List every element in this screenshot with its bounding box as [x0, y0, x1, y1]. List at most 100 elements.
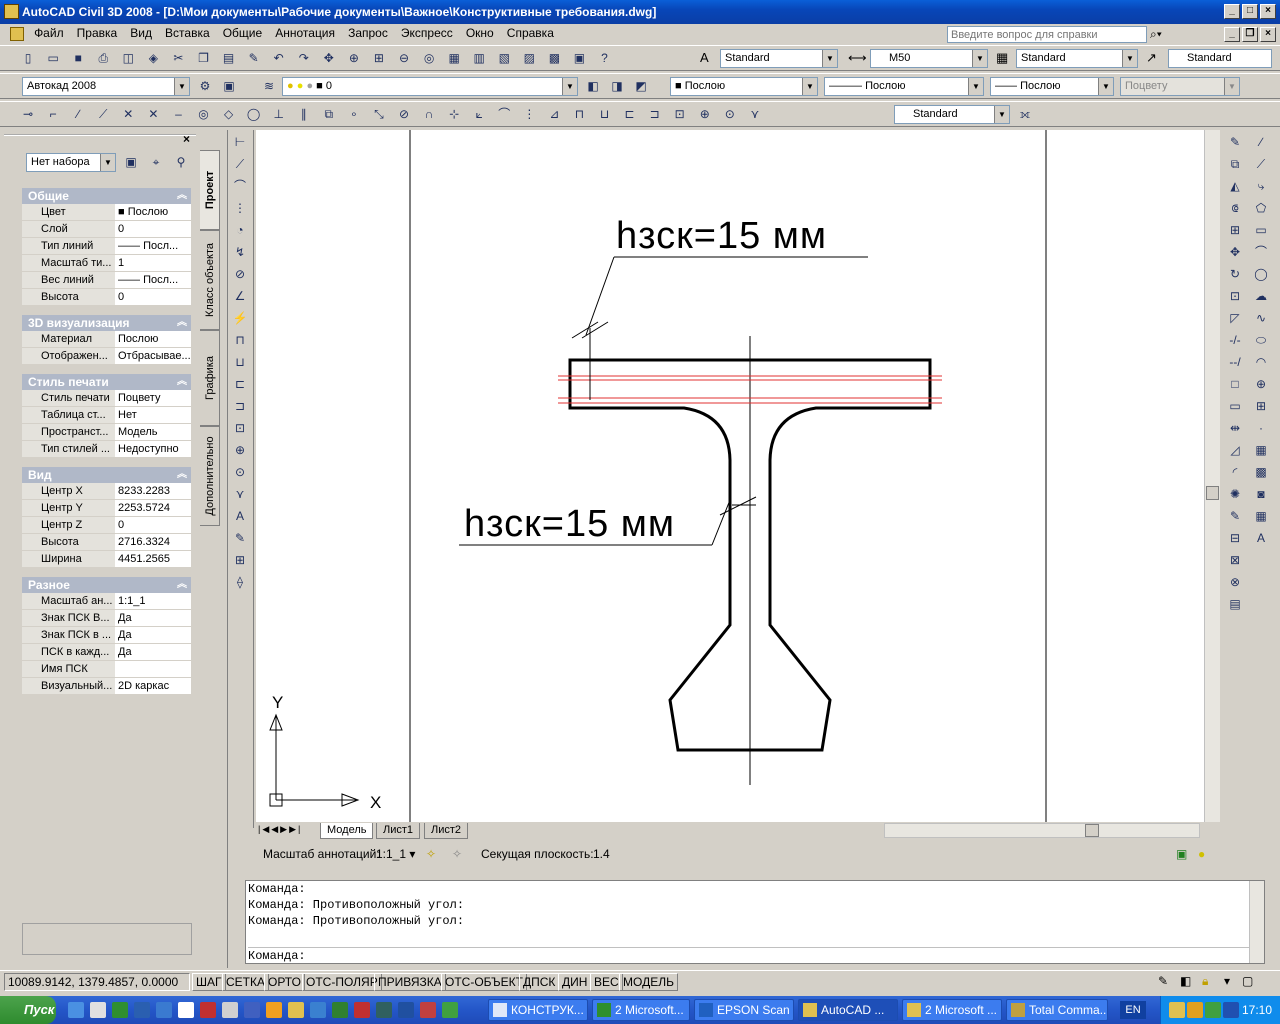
toggle-snap[interactable]: ШАГ	[192, 973, 226, 991]
menu-general[interactable]: Общие	[218, 24, 267, 43]
menu-view[interactable]: Вид	[125, 24, 157, 43]
vdim-update-icon[interactable]: ⊞	[231, 551, 249, 570]
vdim-center-icon[interactable]: ⊕	[231, 441, 249, 460]
tab-project[interactable]: Проект	[200, 150, 220, 230]
toggle-grid[interactable]: СЕТКА	[222, 973, 269, 991]
section-general-header[interactable]: Общие ︽	[22, 188, 191, 204]
property-row[interactable]: Имя ПСК	[22, 661, 191, 678]
hatch-icon[interactable]: ▦	[1252, 441, 1270, 460]
property-row[interactable]: Цвет ■ Послою	[22, 204, 191, 221]
mirror-icon[interactable]: ◭	[1226, 177, 1244, 196]
task-epson-scan[interactable]: EPSON Scan	[694, 999, 794, 1021]
tray-settings-icon[interactable]: ✎	[1158, 974, 1168, 988]
vdim-continue-icon[interactable]: ⊔	[231, 353, 249, 372]
drawing-area[interactable]: hзск=15 мм hзск=15 мм Y X	[256, 130, 1204, 822]
quicklaunch-flower-icon[interactable]	[266, 1002, 282, 1018]
vertical-scrollbar[interactable]	[1204, 130, 1220, 822]
trim-icon[interactable]: -/-	[1226, 331, 1244, 350]
coordinates-display[interactable]: 10089.9142, 1379.4857, 0.0000	[4, 973, 190, 991]
quicklaunch-ie-icon[interactable]	[68, 1002, 84, 1018]
snap-endpoint-icon[interactable]: ∕	[69, 105, 87, 123]
menu-edit[interactable]: Правка	[72, 24, 123, 43]
vdim-linear-icon[interactable]: ⊢	[231, 133, 249, 152]
polyline-icon[interactable]: ⤷	[1252, 177, 1270, 196]
section-view-header[interactable]: Вид ︽	[22, 467, 191, 483]
property-row[interactable]: Тип линий —— Посл...	[22, 238, 191, 255]
snap-midpoint-icon[interactable]: ⟋	[94, 105, 112, 123]
ellipse-icon[interactable]: ⬭	[1252, 331, 1270, 350]
horizontal-scroll-thumb[interactable]	[1085, 824, 1099, 837]
dim-tolerance-icon[interactable]: ⊡	[671, 105, 689, 123]
property-row[interactable]: Центр X 8233.2283	[22, 483, 191, 500]
quicklaunch-app2-icon[interactable]	[420, 1002, 436, 1018]
new-icon[interactable]: ▯	[19, 49, 37, 67]
layer-previous-icon[interactable]: ◨	[608, 77, 626, 95]
autocad-app-icon[interactable]	[4, 4, 19, 19]
workspace-save-icon[interactable]: ▣	[220, 77, 238, 95]
vdim-tolerance-icon[interactable]: ⊡	[231, 419, 249, 438]
calculator-icon[interactable]: ▣	[570, 49, 588, 67]
toggle-pickadd-icon[interactable]: ▣	[122, 153, 140, 171]
gradient-icon[interactable]: ▩	[1252, 463, 1270, 482]
property-row[interactable]: Знак ПСК В... Да	[22, 610, 191, 627]
quicklaunch-calc-icon[interactable]	[222, 1002, 238, 1018]
help-icon[interactable]: ?	[596, 49, 614, 67]
toggle-model[interactable]: МОДЕЛЬ	[619, 973, 678, 991]
temp-track-icon[interactable]: ⊸	[19, 105, 37, 123]
menu-query[interactable]: Запрос	[343, 24, 393, 43]
make-layer-current-icon[interactable]: ◧	[584, 77, 602, 95]
help-search-icon[interactable]: ⌕▾	[1150, 27, 1162, 42]
property-row[interactable]: ПСК в кажд... Да	[22, 644, 191, 661]
menu-help[interactable]: Справка	[502, 24, 559, 43]
dim-continue-icon[interactable]: ⊔	[596, 105, 614, 123]
ellipse-arc-icon[interactable]: ◠	[1252, 353, 1270, 372]
workspace-settings-icon[interactable]: ⚙	[196, 77, 214, 95]
erase-icon[interactable]: ✎	[1226, 133, 1244, 152]
dim-baseline-icon[interactable]: ⊓	[570, 105, 588, 123]
copy-object-icon[interactable]: ⧉	[1226, 155, 1244, 174]
vdim-arc-icon[interactable]: ⌒	[231, 177, 249, 196]
toolbar-lock-icon[interactable]: ▣	[1176, 842, 1187, 866]
stretch-icon[interactable]: ◸	[1226, 309, 1244, 328]
orbit-icon[interactable]: ◎	[420, 49, 438, 67]
task-total-commander[interactable]: Total Comma...	[1006, 999, 1108, 1021]
quicklaunch-autocad-icon[interactable]	[288, 1002, 304, 1018]
section-misc-header[interactable]: Разное ︽	[22, 577, 191, 593]
command-window[interactable]: Команда: Команда: Противоположный угол: …	[245, 880, 1265, 964]
dim-linear-icon[interactable]: ⊹	[445, 105, 463, 123]
start-button[interactable]: Пуск	[0, 996, 56, 1024]
vdim-quick-icon[interactable]: ⚡	[231, 309, 249, 328]
quicklaunch-blue-icon[interactable]	[398, 1002, 414, 1018]
doc-restore-button[interactable]: ❐	[1242, 27, 1258, 42]
tab-sheet2[interactable]: Лист2	[424, 823, 469, 839]
toggle-ortho[interactable]: ОРТО	[264, 973, 305, 991]
snap-none-icon[interactable]: ⊘	[395, 105, 413, 123]
chamfer-icon[interactable]: ◿	[1226, 441, 1244, 460]
offset-icon[interactable]: ⟃	[1226, 199, 1244, 218]
dim-style-combo[interactable]: M50 ▼	[870, 49, 988, 68]
annotation-visibility-icon[interactable]: ✧	[426, 842, 436, 866]
dim-break-icon[interactable]: ⊐	[646, 105, 664, 123]
dim-ordinate-icon[interactable]: ⋮	[520, 105, 538, 123]
snap-tangent-icon[interactable]: ◯	[245, 105, 263, 123]
snap-insert-icon[interactable]: ⧉	[320, 105, 338, 123]
osnap-settings-icon[interactable]: ∩	[420, 105, 438, 123]
snap-quadrant-icon[interactable]: ◇	[220, 105, 238, 123]
snap-intersection-icon[interactable]: ✕	[119, 105, 137, 123]
quicklaunch-tree-icon[interactable]	[332, 1002, 348, 1018]
redo-icon[interactable]: ↷	[295, 49, 313, 67]
task-konstruk[interactable]: КОНСТРУК...	[488, 999, 588, 1021]
save-icon[interactable]: ■	[69, 49, 87, 67]
move-icon[interactable]: ✥	[1226, 243, 1244, 262]
tray-lock-icon[interactable]: 🔒︎	[1202, 974, 1208, 989]
cut-icon[interactable]: ✂	[169, 49, 187, 67]
clean-screen-icon[interactable]: ●	[1198, 842, 1205, 866]
property-row[interactable]: Центр Z0	[22, 517, 191, 534]
snap-from-icon[interactable]: ⌐	[44, 105, 62, 123]
annotation-scale-value[interactable]: 1:1_1 ▾	[376, 842, 415, 866]
tab-model[interactable]: Модель	[320, 823, 374, 839]
property-row[interactable]: Визуальный... 2D каркас	[22, 678, 191, 695]
property-row[interactable]: Вес линий —— Посл...	[22, 272, 191, 289]
quicklaunch-desktop-icon[interactable]	[90, 1002, 106, 1018]
make-block-icon[interactable]: ⊞	[1252, 397, 1270, 416]
